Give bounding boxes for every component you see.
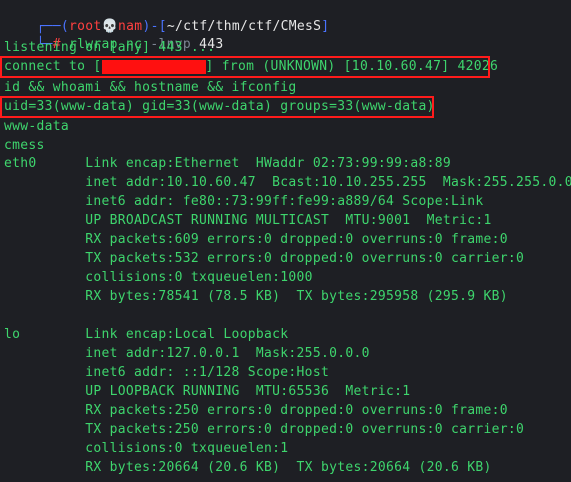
ifconfig-line: TX packets:532 errors:0 dropped:0 overru… [4, 251, 525, 266]
ifconfig-line: eth0 Link encap:Ethernet HWaddr 02:73:99… [4, 156, 451, 171]
prompt-line: ┌──(root💀nam)-[~/ctf/thm/ctf/CMesS] [4, 1, 330, 34]
command-line: └─# rlwrap nc -lnvp 443 [4, 19, 224, 52]
ifconfig-line: RX bytes:78541 (78.5 KB) TX bytes:295958… [4, 289, 508, 304]
output-hostname: cmess [4, 138, 45, 153]
ifconfig-line: inet6 addr: fe80::73:99ff:fe99:a889/64 S… [4, 194, 484, 209]
ifconfig-line: TX packets:250 errors:0 dropped:0 overru… [4, 422, 525, 437]
ifconfig-line: RX packets:250 errors:0 dropped:0 overru… [4, 403, 508, 418]
ifconfig-line: inet addr:127.0.0.1 Mask:255.0.0.0 [4, 346, 370, 361]
highlight-uid [0, 96, 434, 118]
ifconfig-line: lo Link encap:Local Loopback [4, 327, 289, 342]
ifconfig-line: RX packets:609 errors:0 dropped:0 overru… [4, 232, 508, 247]
output-command: id && whoami && hostname && ifconfig [4, 80, 297, 95]
ifconfig-line: UP LOOPBACK RUNNING MTU:65536 Metric:1 [4, 384, 411, 399]
ifconfig-line: inet6 addr: ::1/128 Scope:Host [4, 365, 330, 380]
ifconfig-line: collisions:0 txqueuelen:1000 [4, 270, 313, 285]
ifconfig-line: RX bytes:20664 (20.6 KB) TX bytes:20664 … [4, 460, 492, 475]
output-listening: listening on [any] 443 ... [4, 40, 216, 55]
terminal-window[interactable]: ┌──(root💀nam)-[~/ctf/thm/ctf/CMesS] └─# … [0, 0, 571, 482]
output-whoami: www-data [4, 119, 70, 134]
highlight-connect [0, 56, 490, 78]
ifconfig-line: inet addr:10.10.60.47 Bcast:10.10.255.25… [4, 175, 571, 190]
ifconfig-line: collisions:0 txqueuelen:1 [4, 441, 289, 456]
ifconfig-line: UP BROADCAST RUNNING MULTICAST MTU:9001 … [4, 213, 492, 228]
prompt-close: ] [321, 19, 330, 34]
